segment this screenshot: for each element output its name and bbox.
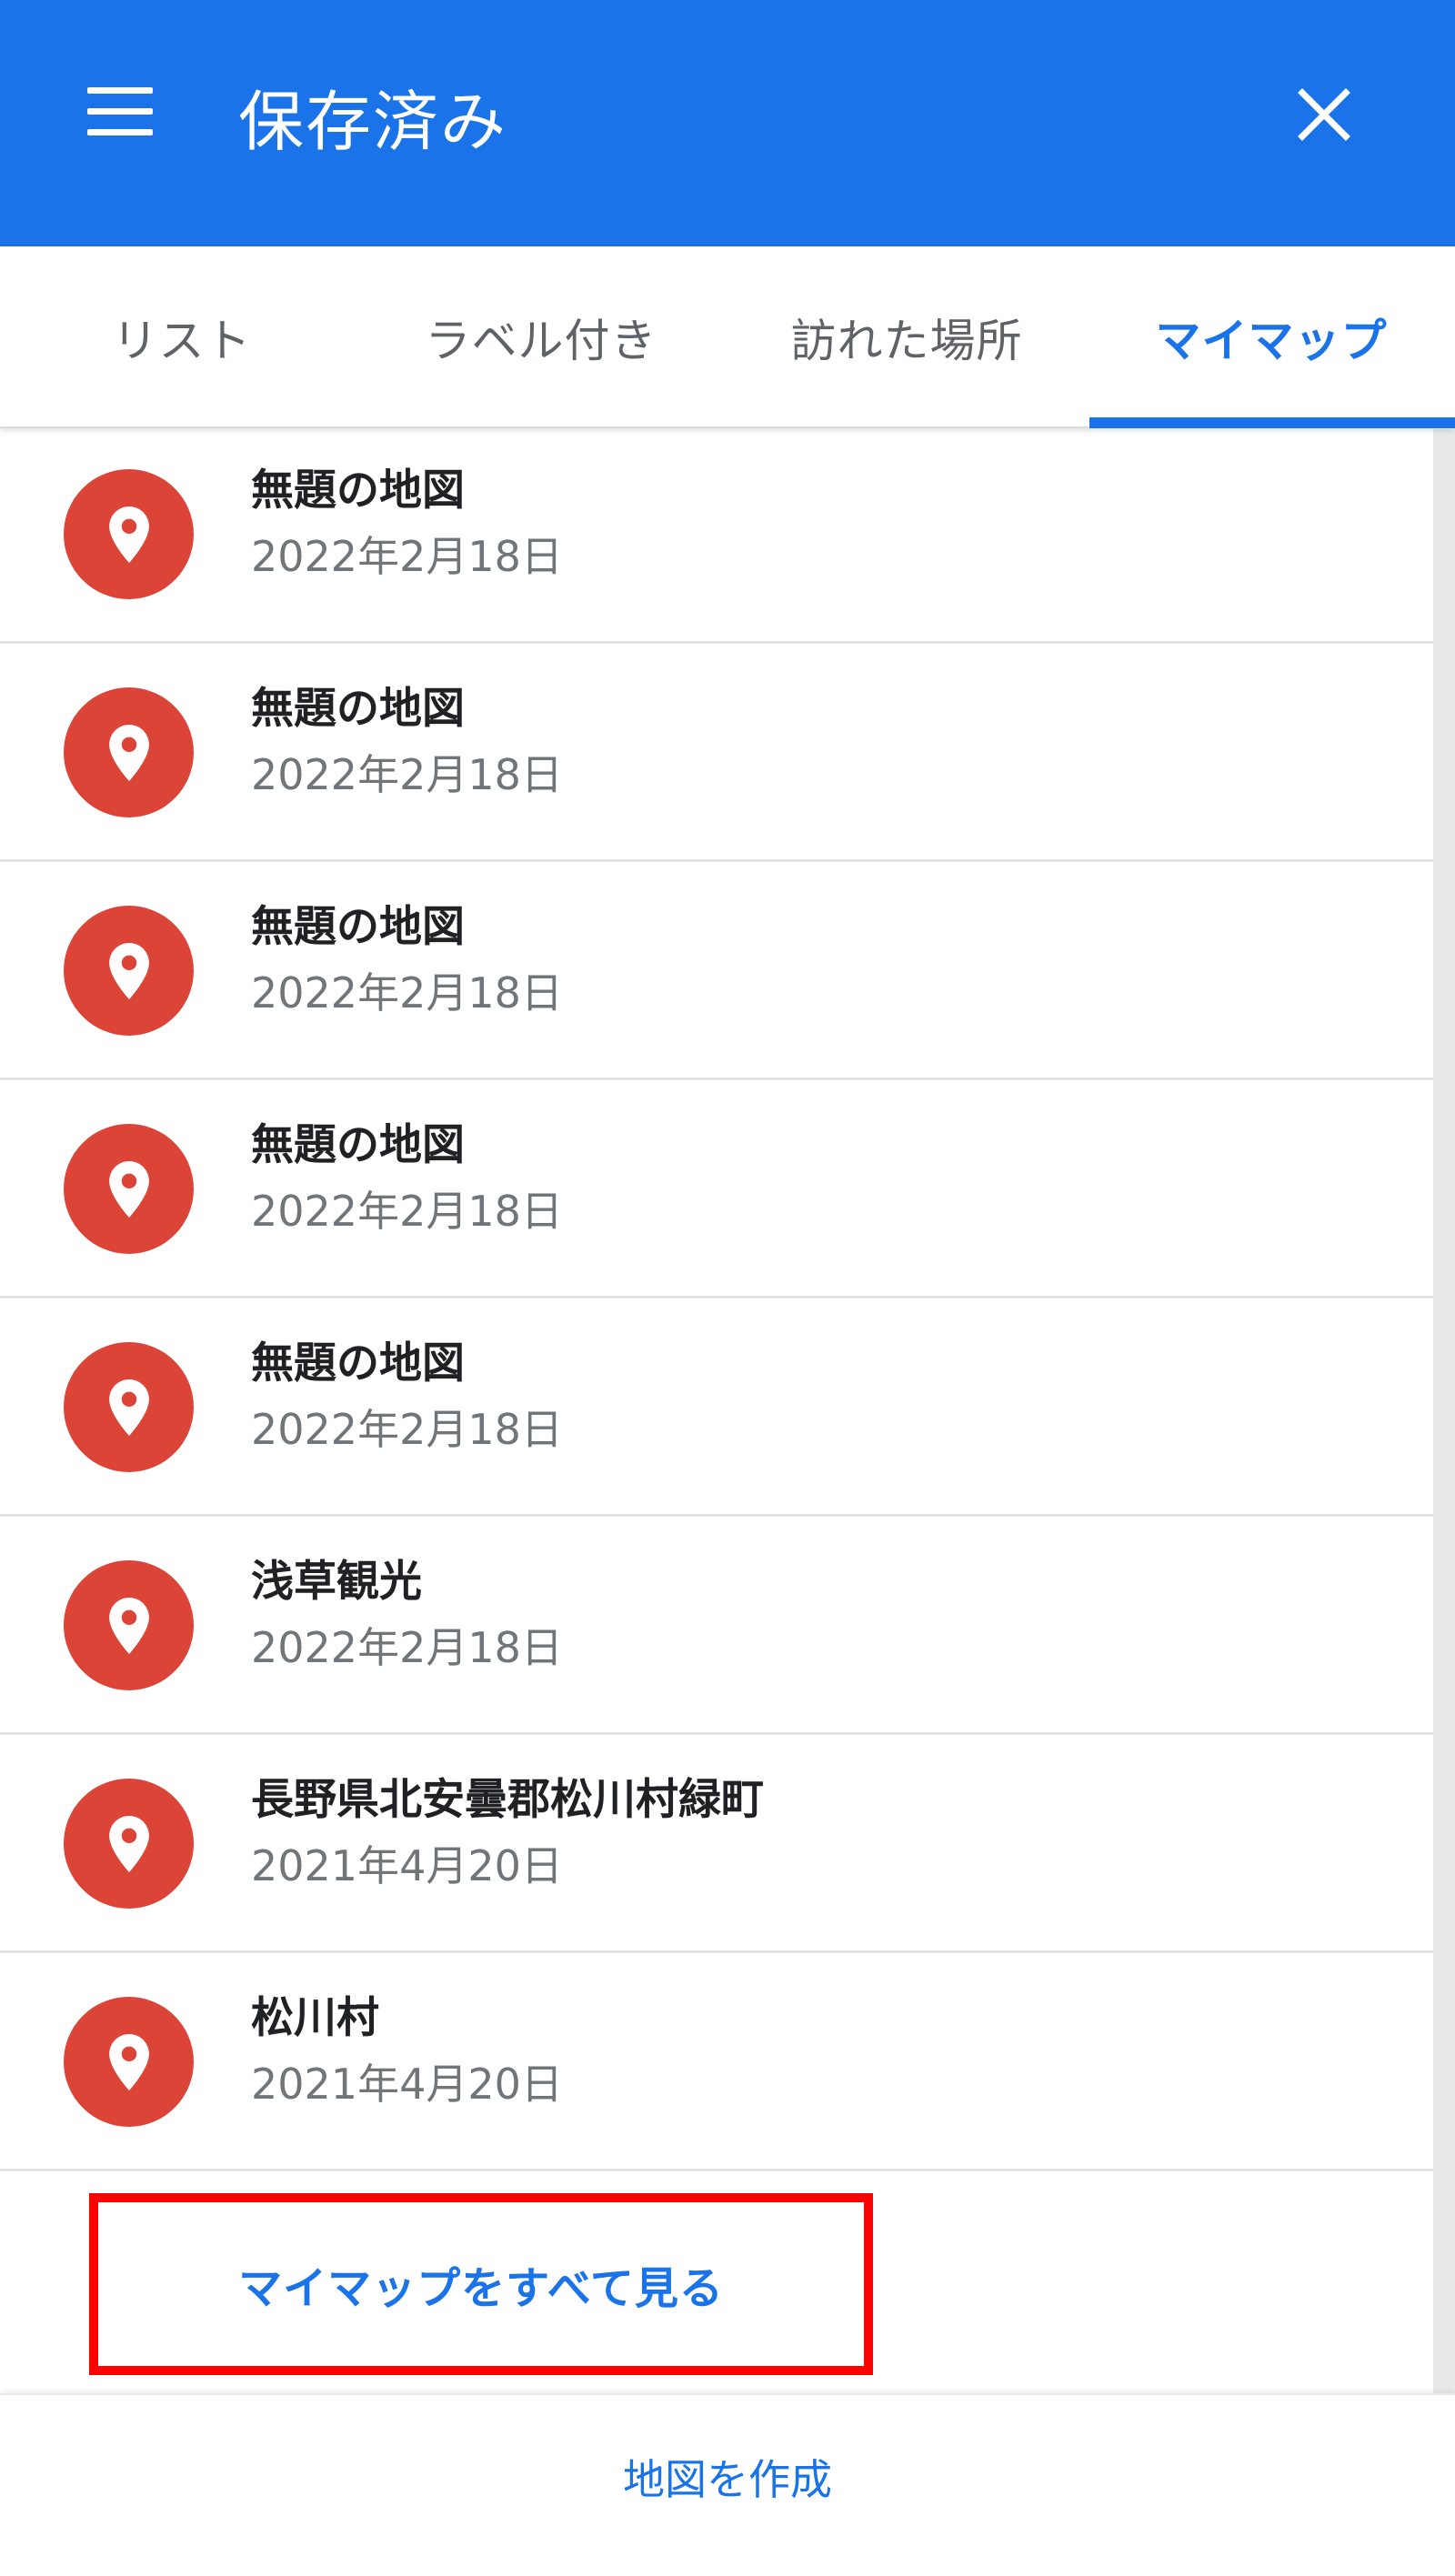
tab-visited-places[interactable]: 訪れた場所 bbox=[725, 246, 1089, 428]
scrollbar[interactable] bbox=[1433, 429, 1455, 2393]
list-item[interactable]: 無題の地図 2022年2月18日 bbox=[0, 1298, 1433, 1517]
map-pin-icon bbox=[64, 1124, 194, 1254]
map-date: 2021年4月20日 bbox=[251, 2060, 563, 2109]
map-title: 浅草観光 bbox=[251, 1557, 422, 1607]
tab-bar: リスト ラベル付き 訪れた場所 マイマップ bbox=[0, 246, 1455, 428]
map-title: 無題の地図 bbox=[251, 902, 465, 952]
map-date: 2022年2月18日 bbox=[251, 1187, 563, 1236]
map-pin-icon bbox=[64, 906, 194, 1036]
map-pin-icon bbox=[64, 469, 194, 599]
map-title: 長野県北安曇郡松川村緑町 bbox=[251, 1775, 764, 1825]
my-maps-list: 無題の地図 2022年2月18日 無題の地図 2022年2月18日 無題の地図 … bbox=[0, 429, 1433, 2171]
map-date: 2022年2月18日 bbox=[251, 1405, 563, 1454]
app-bar: 保存済み bbox=[0, 0, 1455, 246]
map-date: 2022年2月18日 bbox=[251, 532, 563, 581]
map-date: 2021年4月20日 bbox=[251, 1841, 563, 1890]
tab-my-maps[interactable]: マイマップ bbox=[1089, 246, 1453, 428]
page-title: 保存済み bbox=[238, 84, 508, 160]
list-item[interactable]: 無題の地図 2022年2月18日 bbox=[0, 862, 1433, 1080]
map-date: 2022年2月18日 bbox=[251, 1623, 563, 1672]
see-all-my-maps-button[interactable]: マイマップをすべて見る bbox=[89, 2193, 873, 2375]
map-pin-icon bbox=[64, 1560, 194, 1690]
map-title: 無題の地図 bbox=[251, 1338, 465, 1388]
map-date: 2022年2月18日 bbox=[251, 750, 563, 799]
create-map-button[interactable]: 地図を作成 bbox=[546, 2431, 909, 2522]
menu-icon[interactable] bbox=[87, 87, 156, 138]
map-title: 無題の地図 bbox=[251, 466, 465, 516]
list-item[interactable]: 無題の地図 2022年2月18日 bbox=[0, 429, 1433, 644]
list-item[interactable]: 長野県北安曇郡松川村緑町 2021年4月20日 bbox=[0, 1735, 1433, 1953]
tab-list[interactable]: リスト bbox=[0, 246, 364, 428]
map-pin-icon bbox=[64, 687, 194, 817]
map-title: 無題の地図 bbox=[251, 684, 465, 734]
list-item[interactable]: 松川村 2021年4月20日 bbox=[0, 1953, 1433, 2171]
map-title: 無題の地図 bbox=[251, 1120, 465, 1170]
list-item[interactable]: 浅草観光 2022年2月18日 bbox=[0, 1517, 1433, 1735]
see-all-section: マイマップをすべて見る bbox=[0, 2175, 1433, 2393]
close-icon[interactable] bbox=[1291, 82, 1357, 147]
active-tab-indicator bbox=[1089, 417, 1455, 428]
tab-labeled[interactable]: ラベル付き bbox=[359, 246, 723, 428]
map-pin-icon bbox=[64, 1779, 194, 1909]
bottom-bar: 地図を作成 bbox=[0, 2393, 1455, 2576]
list-item[interactable]: 無題の地図 2022年2月18日 bbox=[0, 1080, 1433, 1298]
map-date: 2022年2月18日 bbox=[251, 968, 563, 1017]
list-item[interactable]: 無題の地図 2022年2月18日 bbox=[0, 644, 1433, 862]
map-title: 松川村 bbox=[251, 1993, 379, 2043]
map-pin-icon bbox=[64, 1342, 194, 1472]
map-pin-icon bbox=[64, 1997, 194, 2127]
